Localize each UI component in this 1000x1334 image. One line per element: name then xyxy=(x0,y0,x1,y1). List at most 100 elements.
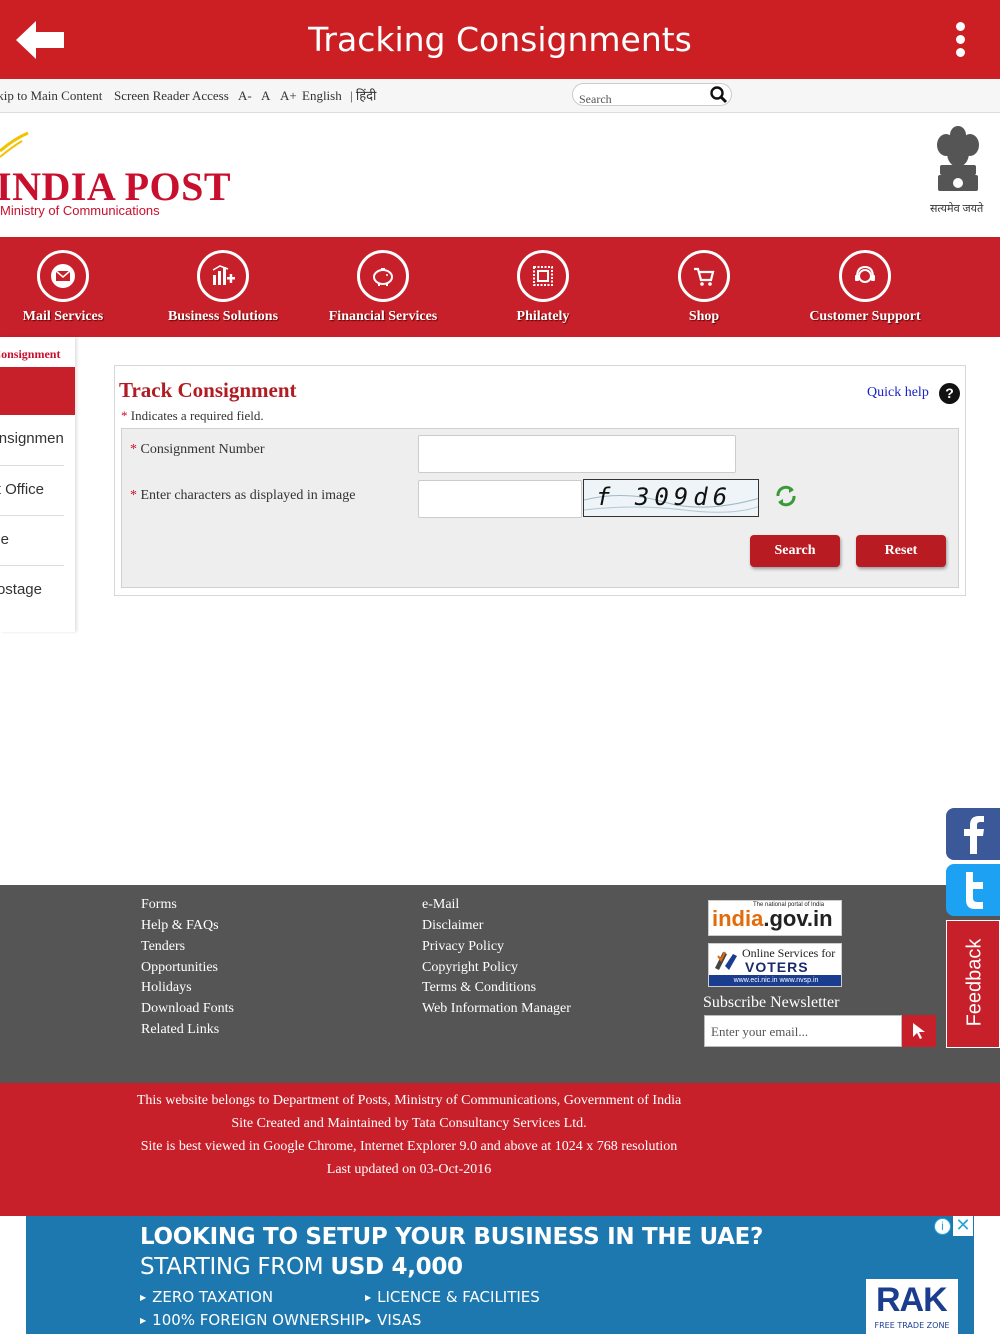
reset-button[interactable]: Reset xyxy=(856,535,946,567)
app-bar: Tracking Consignments xyxy=(0,0,1000,79)
english-link[interactable]: English xyxy=(302,88,342,104)
copyright-band: This website belongs to Department of Po… xyxy=(0,1083,1000,1216)
copyright-line: This website belongs to Department of Po… xyxy=(136,1093,682,1108)
nav-customer-support[interactable]: Customer Support xyxy=(785,237,945,337)
cursor-pointer-icon xyxy=(913,1023,925,1039)
captcha-image: f 309d6 xyxy=(583,479,759,517)
envelope-icon xyxy=(37,250,89,302)
footer-link-tenders[interactable]: Tenders xyxy=(141,939,185,955)
ad-banner[interactable]: LOOKING TO SETUP YOUR BUSINESS IN THE UA… xyxy=(26,1216,974,1334)
side-menu-active-item[interactable] xyxy=(0,367,75,415)
footer-link-disclaimer[interactable]: Disclaimer xyxy=(422,918,483,934)
support-icon xyxy=(839,250,891,302)
nav-philately[interactable]: Philately xyxy=(463,237,623,337)
chart-icon xyxy=(197,250,249,302)
font-normal-link[interactable]: A xyxy=(261,88,270,104)
newsletter-email-input[interactable]: Enter your email... xyxy=(704,1015,902,1047)
side-item-pincode[interactable]: Pincode xyxy=(0,516,64,566)
last-updated-text: Last updated on 03-Oct-2016 xyxy=(326,1162,492,1177)
utility-bar: Skip to Main Content Screen Reader Acces… xyxy=(0,79,1000,113)
copyright-line: Site Created and Maintained by Tata Cons… xyxy=(231,1116,587,1131)
app-title: Tracking Consignments xyxy=(308,20,692,59)
ad-headline: LOOKING TO SETUP YOUR BUSINESS IN THE UA… xyxy=(140,1224,764,1250)
nav-shop[interactable]: Shop xyxy=(624,237,784,337)
twitter-icon[interactable] xyxy=(946,864,1000,916)
footer-link-download-fonts[interactable]: Download Fonts xyxy=(141,1001,234,1017)
site-search-input[interactable]: Search xyxy=(572,83,732,106)
india-gov-banner[interactable]: The national portal of India india.gov.i… xyxy=(708,900,842,936)
ad-bullet: LICENCE & FACILITIES xyxy=(365,1288,540,1306)
search-icon[interactable] xyxy=(709,85,729,105)
font-increase-link[interactable]: A+ xyxy=(280,88,297,104)
rak-logo-subtext: FREE TRADE ZONE xyxy=(874,1321,950,1330)
nav-financial-services[interactable]: Financial Services xyxy=(303,237,463,337)
feedback-label: Feedback xyxy=(963,938,986,1027)
form-body: * Consignment Number * Enter characters … xyxy=(121,428,959,588)
rak-logo: RAK FREE TRADE ZONE xyxy=(866,1279,958,1334)
screen-reader-link[interactable]: Screen Reader Access xyxy=(114,88,229,104)
piggy-bank-icon xyxy=(357,250,409,302)
search-button[interactable]: Search xyxy=(750,535,840,567)
nav-label: Philately xyxy=(516,309,570,324)
captcha-input[interactable] xyxy=(418,480,582,518)
footer-link-terms[interactable]: Terms & Conditions xyxy=(422,980,536,996)
footer-link-opportunities[interactable]: Opportunities xyxy=(141,960,218,976)
required-star: * xyxy=(121,408,128,423)
nav-label: Mail Services xyxy=(22,309,104,324)
rak-logo-text: RAK xyxy=(876,1281,948,1319)
hindi-link[interactable]: | हिंदी xyxy=(350,86,376,104)
logo-subtitle: Ministry of Communications xyxy=(0,203,160,218)
ad-info-icon[interactable]: i xyxy=(934,1218,951,1235)
footer-link-forms[interactable]: Forms xyxy=(141,897,177,913)
quick-help-link[interactable]: Quick help xyxy=(867,385,929,401)
nav-label: Customer Support xyxy=(809,309,921,324)
overflow-menu-icon[interactable] xyxy=(944,20,976,60)
required-note: * Indicates a required field. xyxy=(121,408,264,424)
footer-link-email[interactable]: e-Mail xyxy=(422,897,459,913)
footer-link-web-info-manager[interactable]: Web Information Manager xyxy=(422,1001,571,1017)
side-item-track-consignment[interactable]: Track Consignment xyxy=(0,423,64,466)
voters-banner[interactable]: Online Services for VOTERS www.eci.nic.i… xyxy=(708,943,842,987)
feedback-tab[interactable]: Feedback xyxy=(946,920,1000,1048)
ad-close-icon[interactable]: ✕ xyxy=(953,1216,973,1236)
cart-icon xyxy=(678,250,730,302)
site-header: INDIA POST Ministry of Communications सत… xyxy=(0,113,1000,237)
track-consignment-panel: Track Consignment * Indicates a required… xyxy=(114,365,966,596)
email-placeholder: Enter your email... xyxy=(711,1024,809,1039)
india-post-logo-icon xyxy=(0,131,29,158)
captcha-text: f 309d6 xyxy=(596,483,733,511)
ad-subline: STARTING FROM USD 4,000 xyxy=(140,1254,463,1280)
captcha-label: * Enter characters as displayed in image xyxy=(130,488,356,503)
footer-link-holidays[interactable]: Holidays xyxy=(141,980,192,996)
ballot-icon xyxy=(715,951,737,970)
side-item-calculate-postage[interactable]: Calculate Postage xyxy=(0,566,64,616)
side-menu: Track Consignment Track Consignment Loca… xyxy=(0,337,75,632)
nav-label: Financial Services xyxy=(328,309,438,324)
voters-line-2: VOTERS xyxy=(745,959,809,975)
nav-mail-services[interactable]: Mail Services xyxy=(0,237,143,337)
help-question-icon[interactable]: ? xyxy=(939,383,960,404)
footer-link-related-links[interactable]: Related Links xyxy=(141,1022,219,1038)
main-nav: Mail Services Business Solutions Financi… xyxy=(0,237,1000,337)
footer-link-privacy[interactable]: Privacy Policy xyxy=(422,939,504,955)
font-decrease-link[interactable]: A- xyxy=(238,88,252,104)
consignment-number-label: * Consignment Number xyxy=(130,442,265,457)
required-note-text: Indicates a required field. xyxy=(130,408,264,423)
nav-business-solutions[interactable]: Business Solutions xyxy=(143,237,303,337)
side-item-locate-post-office[interactable]: Locate Post Office xyxy=(0,466,64,516)
subscribe-title: Subscribe Newsletter xyxy=(703,994,840,1011)
footer-link-copyright[interactable]: Copyright Policy xyxy=(422,960,518,976)
copyright-line: Site is best viewed in Google Chrome, In… xyxy=(140,1139,678,1154)
footer-link-help[interactable]: Help & FAQs xyxy=(141,918,219,934)
nav-label: Business Solutions xyxy=(167,309,279,324)
ad-bullet: VISAS xyxy=(365,1311,421,1329)
facebook-icon[interactable] xyxy=(946,808,1000,860)
site-footer: Forms Help & FAQs Tenders Opportunities … xyxy=(0,885,1000,1083)
refresh-captcha-icon[interactable] xyxy=(774,484,798,508)
skip-to-content-link[interactable]: Skip to Main Content xyxy=(0,88,102,104)
subscribe-button[interactable] xyxy=(902,1015,936,1047)
breadcrumb[interactable]: Track Consignment xyxy=(0,347,60,362)
ad-bullet: ZERO TAXATION xyxy=(140,1288,273,1306)
stamp-icon xyxy=(517,250,569,302)
consignment-number-input[interactable] xyxy=(418,435,736,473)
